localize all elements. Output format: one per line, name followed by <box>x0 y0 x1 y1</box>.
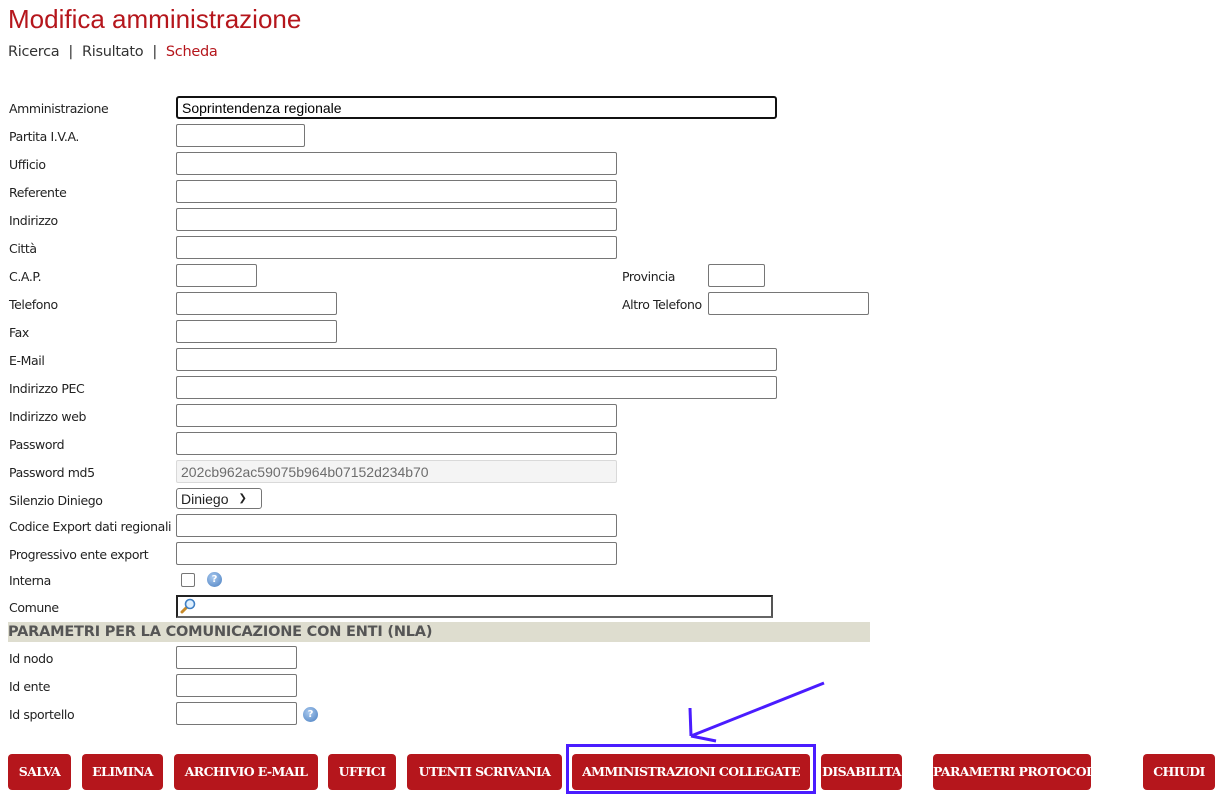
comune-search-input[interactable] <box>176 595 773 618</box>
nla-section-header: PARAMETRI PER LA COMUNICAZIONE CON ENTI … <box>8 622 870 642</box>
utenti-scrivania-button[interactable]: UTENTI SCRIVANIA <box>407 754 562 790</box>
password-input[interactable] <box>176 432 617 455</box>
archivio-email-button[interactable]: ARCHIVIO E-MAIL <box>174 754 318 790</box>
codice-export-label: Codice Export dati regionali <box>9 519 172 534</box>
referente-label: Referente <box>9 185 67 200</box>
comune-label: Comune <box>9 600 59 615</box>
codice-export-input[interactable] <box>176 514 617 537</box>
breadcrumb: Ricerca | Risultato | Scheda <box>8 44 218 60</box>
cap-label: C.A.P. <box>9 269 42 284</box>
magnifier-icon <box>180 598 196 614</box>
pec-label: Indirizzo PEC <box>9 381 85 396</box>
partita-iva-input[interactable] <box>176 124 305 147</box>
breadcrumb-separator: | <box>152 44 157 60</box>
elimina-button[interactable]: ELIMINA <box>82 754 163 790</box>
indirizzo-input[interactable] <box>176 208 617 231</box>
id-nodo-label: Id nodo <box>9 651 53 666</box>
web-input[interactable] <box>176 404 617 427</box>
uffici-button[interactable]: UFFICI <box>328 754 396 790</box>
password-md5-input <box>176 460 617 483</box>
breadcrumb-separator: | <box>68 44 73 60</box>
field-row-cap-provincia: C.A.P. Provincia <box>0 264 900 292</box>
breadcrumb-scheda[interactable]: Scheda <box>166 44 218 60</box>
breadcrumb-ricerca[interactable]: Ricerca <box>8 44 60 60</box>
email-input[interactable] <box>176 348 777 371</box>
id-nodo-input[interactable] <box>176 646 297 669</box>
telefono-label: Telefono <box>9 297 58 312</box>
fax-label: Fax <box>9 325 29 340</box>
pec-input[interactable] <box>176 376 777 399</box>
web-label: Indirizzo web <box>9 409 87 424</box>
field-row-telefono: Telefono Altro Telefono <box>0 292 900 320</box>
id-ente-input[interactable] <box>176 674 297 697</box>
citta-label: Città <box>9 241 37 256</box>
chevron-down-icon: ❯ <box>238 493 247 504</box>
annotation-highlight-box <box>566 744 816 794</box>
cap-input[interactable] <box>176 264 257 287</box>
interna-label: Interna <box>9 573 51 588</box>
id-ente-label: Id ente <box>9 679 50 694</box>
amministrazione-label: Amministrazione <box>9 101 109 116</box>
id-sportello-input[interactable] <box>176 702 297 725</box>
citta-input[interactable] <box>176 236 617 259</box>
salva-button[interactable]: SALVA <box>8 754 71 790</box>
telefono-input[interactable] <box>176 292 337 315</box>
fax-input[interactable] <box>176 320 337 343</box>
password-label: Password <box>9 437 65 452</box>
provincia-label: Provincia <box>622 269 676 284</box>
altro-telefono-input[interactable] <box>708 292 869 315</box>
breadcrumb-risultato[interactable]: Risultato <box>82 44 144 60</box>
amministrazione-input[interactable] <box>176 96 777 119</box>
ufficio-input[interactable] <box>176 152 617 175</box>
interna-checkbox[interactable] <box>181 573 195 587</box>
progressivo-export-input[interactable] <box>176 542 617 565</box>
parametri-protocollo-button[interactable]: PARAMETRI PROTOCOLLO <box>933 754 1113 790</box>
progressivo-export-label: Progressivo ente export <box>9 547 149 562</box>
altro-telefono-label: Altro Telefono <box>622 297 702 312</box>
silenzio-diniego-select[interactable]: Diniego ❯ <box>176 488 262 509</box>
disabilita-button[interactable]: DISABILITA <box>821 754 902 790</box>
silenzio-diniego-label: Silenzio Diniego <box>9 493 103 508</box>
partita-iva-label: Partita I.V.A. <box>9 129 79 144</box>
ufficio-label: Ufficio <box>9 157 46 172</box>
page-title: Modifica amministrazione <box>8 4 302 34</box>
silenzio-diniego-value: Diniego <box>181 490 229 507</box>
indirizzo-label: Indirizzo <box>9 213 58 228</box>
help-icon[interactable]: ? <box>207 572 222 587</box>
password-md5-label: Password md5 <box>9 465 95 480</box>
email-label: E-Mail <box>9 353 45 368</box>
referente-input[interactable] <box>176 180 617 203</box>
provincia-input[interactable] <box>708 264 765 287</box>
id-sportello-label: Id sportello <box>9 707 75 722</box>
chiudi-button[interactable]: CHIUDI <box>1143 754 1215 790</box>
help-icon[interactable]: ? <box>303 707 318 722</box>
